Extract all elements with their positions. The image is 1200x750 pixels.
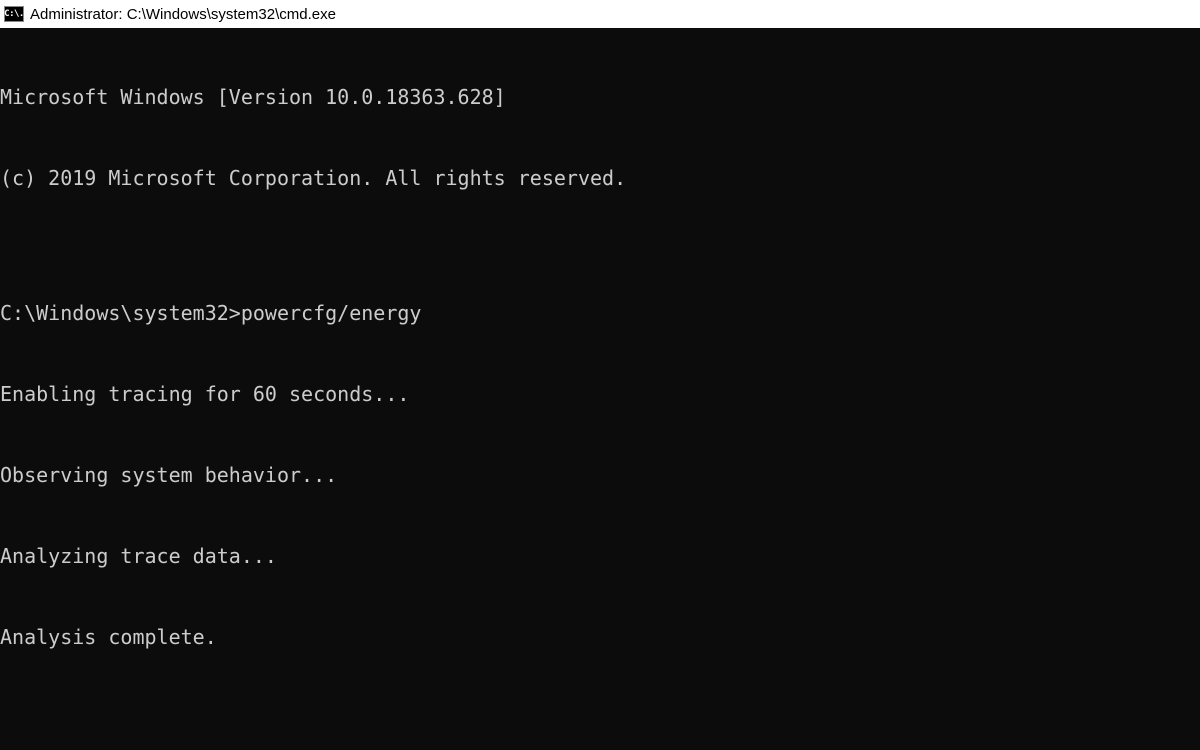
terminal-output[interactable]: Microsoft Windows [Version 10.0.18363.62…: [0, 28, 1200, 750]
titlebar[interactable]: C:\. Administrator: C:\Windows\system32\…: [0, 0, 1200, 28]
cmd-icon: C:\.: [4, 6, 24, 22]
terminal-line: Analyzing trace data...: [0, 543, 1200, 570]
terminal-line: Enabling tracing for 60 seconds...: [0, 381, 1200, 408]
terminal-line: (c) 2019 Microsoft Corporation. All righ…: [0, 165, 1200, 192]
terminal-line: Microsoft Windows [Version 10.0.18363.62…: [0, 84, 1200, 111]
terminal-line: C:\Windows\system32>powercfg/energy: [0, 300, 1200, 327]
terminal-line: Observing system behavior...: [0, 462, 1200, 489]
window-title: Administrator: C:\Windows\system32\cmd.e…: [30, 6, 336, 23]
terminal-line: Analysis complete.: [0, 624, 1200, 651]
